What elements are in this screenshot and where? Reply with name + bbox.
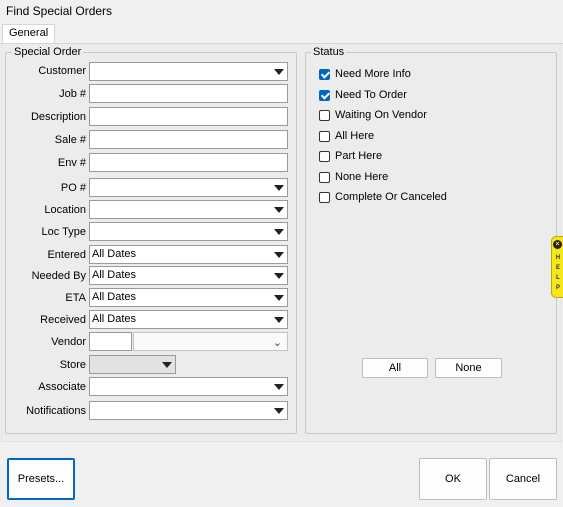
- customer-label: Customer: [38, 65, 86, 77]
- eta-combo[interactable]: All Dates: [89, 288, 288, 307]
- eta-value: All Dates: [92, 291, 137, 303]
- help-tab[interactable]: × HELP: [551, 236, 563, 298]
- chevron-down-icon: [274, 273, 284, 279]
- received-combo[interactable]: All Dates: [89, 310, 288, 329]
- needed-by-label: Needed By: [31, 270, 86, 282]
- notifications-combo[interactable]: [89, 401, 288, 420]
- vendor-combo[interactable]: ⌄: [133, 332, 288, 351]
- description-field[interactable]: [89, 107, 288, 126]
- cancel-button[interactable]: Cancel: [489, 458, 557, 500]
- job-label: Job #: [59, 88, 86, 100]
- chevron-down-icon: ⌄: [272, 337, 282, 349]
- description-label: Description: [30, 111, 86, 123]
- received-value: All Dates: [92, 313, 137, 325]
- close-icon[interactable]: ×: [553, 240, 562, 249]
- vendor-label: Vendor: [51, 336, 86, 348]
- entered-label: Entered: [47, 249, 86, 261]
- status-item[interactable]: Part Here: [319, 150, 479, 164]
- status-item[interactable]: None Here: [319, 171, 479, 185]
- associate-label: Associate: [38, 381, 86, 393]
- status-item-label: All Here: [335, 130, 375, 142]
- vendor-code-field[interactable]: [89, 332, 132, 351]
- needed-by-value: All Dates: [92, 269, 137, 281]
- chevron-down-icon: [274, 408, 284, 414]
- notifications-label: Notifications: [26, 405, 86, 417]
- checkbox-checked[interactable]: [319, 90, 330, 101]
- status-item-label: Complete Or Canceled: [335, 191, 447, 203]
- status-legend: Status: [311, 46, 347, 58]
- env-label: Env #: [57, 157, 86, 169]
- job-field[interactable]: [89, 84, 288, 103]
- location-label: Location: [44, 204, 86, 216]
- ok-button[interactable]: OK: [419, 458, 487, 500]
- sale-label: Sale #: [54, 134, 86, 146]
- status-item-label: Need More Info: [335, 68, 411, 80]
- checkbox-checked[interactable]: [319, 69, 330, 80]
- chevron-down-icon: [274, 185, 284, 191]
- store-label: Store: [59, 359, 86, 371]
- status-item[interactable]: Complete Or Canceled: [319, 191, 499, 205]
- loc-type-label: Loc Type: [41, 226, 86, 238]
- po-combo[interactable]: [89, 178, 288, 197]
- po-label: PO #: [60, 182, 86, 194]
- store-combo[interactable]: [89, 355, 176, 374]
- needed-by-combo[interactable]: All Dates: [89, 266, 288, 285]
- chevron-down-icon: [274, 384, 284, 390]
- eta-label: ETA: [65, 292, 86, 304]
- select-none-button[interactable]: None: [435, 358, 502, 378]
- chevron-down-icon: [274, 229, 284, 235]
- checkbox-unchecked[interactable]: [319, 151, 330, 162]
- chevron-down-icon: [274, 252, 284, 258]
- special-order-legend: Special Order: [12, 46, 84, 58]
- status-item-label: Need To Order: [335, 89, 407, 101]
- customer-combo[interactable]: [89, 62, 288, 81]
- chevron-down-icon: [274, 317, 284, 323]
- presets-button[interactable]: Presets...: [7, 458, 75, 500]
- checkbox-unchecked[interactable]: [319, 110, 330, 121]
- tab-general[interactable]: General: [2, 24, 56, 44]
- chevron-down-icon: [274, 69, 284, 75]
- chevron-down-icon: [274, 295, 284, 301]
- help-tab-text: HELP: [555, 255, 561, 291]
- chevron-down-icon: [162, 362, 172, 368]
- status-item[interactable]: Need To Order: [319, 89, 479, 103]
- status-item[interactable]: Waiting On Vendor: [319, 109, 479, 123]
- associate-combo[interactable]: [89, 377, 288, 396]
- env-field[interactable]: [89, 153, 288, 172]
- received-label: Received: [40, 314, 86, 326]
- status-item[interactable]: Need More Info: [319, 68, 479, 82]
- select-all-button[interactable]: All: [362, 358, 428, 378]
- sale-field[interactable]: [89, 130, 288, 149]
- loc-type-combo[interactable]: [89, 222, 288, 241]
- status-item-label: Waiting On Vendor: [335, 109, 427, 121]
- entered-value: All Dates: [92, 248, 137, 260]
- checkbox-unchecked[interactable]: [319, 131, 330, 142]
- checkbox-unchecked[interactable]: [319, 172, 330, 183]
- location-combo[interactable]: [89, 200, 288, 219]
- status-item[interactable]: All Here: [319, 130, 479, 144]
- chevron-down-icon: [274, 207, 284, 213]
- checkbox-unchecked[interactable]: [319, 192, 330, 203]
- status-item-label: None Here: [335, 171, 389, 183]
- window-title: Find Special Orders: [6, 4, 113, 18]
- entered-combo[interactable]: All Dates: [89, 245, 288, 264]
- status-item-label: Part Here: [335, 150, 383, 162]
